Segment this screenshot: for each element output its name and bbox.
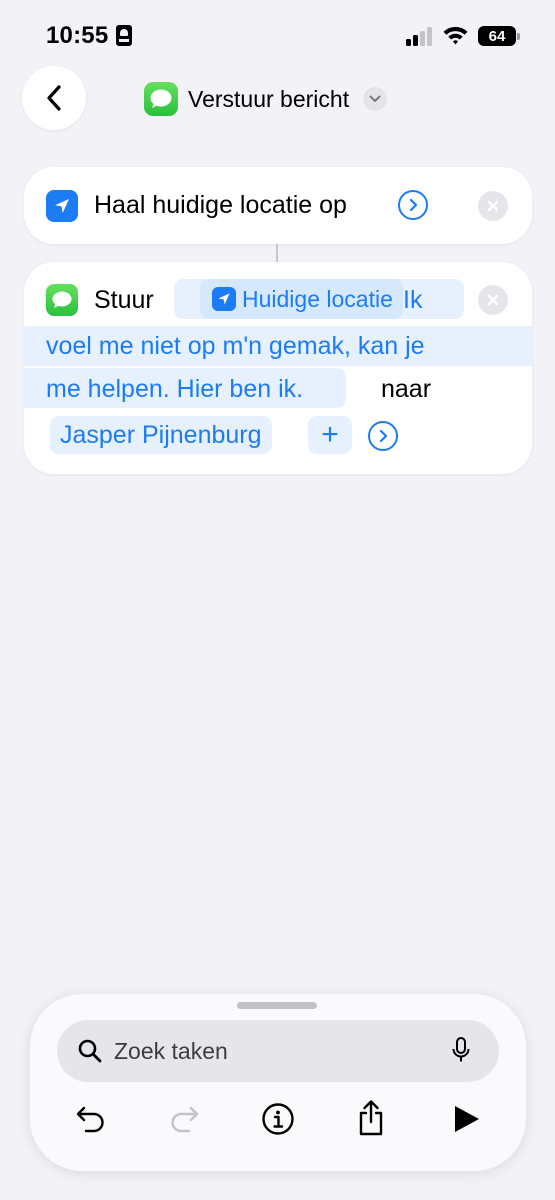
info-button[interactable] bbox=[261, 1102, 295, 1136]
share-button[interactable] bbox=[354, 1098, 388, 1138]
contact-card-icon bbox=[116, 25, 132, 46]
action-get-current-location[interactable]: Haal huidige locatie op bbox=[24, 167, 532, 244]
remove-icon bbox=[487, 200, 499, 212]
search-input[interactable]: Zoek taken bbox=[57, 1020, 499, 1082]
remove-action-button[interactable] bbox=[478, 191, 508, 221]
show-more-button[interactable] bbox=[368, 421, 398, 451]
redo-button[interactable] bbox=[167, 1102, 201, 1136]
action-verb: Stuur bbox=[94, 286, 154, 314]
shortcut-editor-screen: 10:55 64 Verstuur bericht Haal huidige l… bbox=[0, 0, 555, 1200]
location-arrow-icon bbox=[212, 287, 236, 311]
remove-action-button[interactable] bbox=[478, 285, 508, 315]
recipient-token[interactable]: Jasper Pijnenburg bbox=[50, 416, 272, 454]
redo-icon bbox=[171, 1106, 199, 1133]
play-icon bbox=[455, 1106, 479, 1132]
message-text-line-1[interactable]: Ik bbox=[403, 286, 422, 315]
cellular-signal-icon bbox=[406, 26, 434, 46]
run-button[interactable] bbox=[449, 1102, 483, 1136]
status-bar: 10:55 64 bbox=[0, 0, 555, 70]
remove-icon bbox=[487, 294, 499, 306]
battery-indicator: 64 bbox=[478, 26, 520, 46]
share-icon bbox=[359, 1100, 383, 1136]
action-send-message[interactable]: Stuur Huidige locatie Ik voel me niet op… bbox=[24, 262, 532, 474]
back-chevron-icon bbox=[47, 85, 61, 111]
search-icon bbox=[78, 1039, 102, 1063]
chevron-down-icon[interactable] bbox=[363, 87, 388, 111]
shortcut-title: Verstuur bericht bbox=[188, 85, 350, 112]
show-more-button[interactable] bbox=[398, 190, 428, 220]
variable-label: Huidige locatie bbox=[242, 285, 393, 312]
location-arrow-icon bbox=[46, 190, 78, 222]
undo-icon bbox=[76, 1106, 104, 1133]
status-time: 10:55 bbox=[46, 22, 109, 49]
wifi-icon bbox=[443, 26, 468, 45]
back-button[interactable] bbox=[22, 66, 86, 130]
connector-word: naar bbox=[381, 375, 432, 403]
arrow-circle-icon bbox=[379, 429, 388, 443]
messages-icon bbox=[144, 82, 178, 116]
action-connector-line bbox=[276, 244, 278, 262]
panel-grabber[interactable] bbox=[237, 1002, 317, 1009]
message-text-line-3[interactable]: me helpen. Hier ben ik. bbox=[46, 375, 303, 404]
variable-current-location[interactable]: Huidige locatie bbox=[200, 279, 403, 319]
add-recipient-button[interactable]: + bbox=[308, 416, 352, 454]
shortcut-title-menu[interactable]: Verstuur bericht bbox=[144, 82, 388, 116]
microphone-icon[interactable] bbox=[451, 1036, 471, 1066]
undo-button[interactable] bbox=[74, 1102, 108, 1136]
add-symbol: + bbox=[321, 418, 339, 451]
arrow-circle-icon bbox=[409, 198, 418, 212]
message-text-line-2[interactable]: voel me niet op m'n gemak, kan je bbox=[46, 332, 425, 361]
recipient-name: Jasper Pijnenburg bbox=[60, 420, 262, 449]
info-icon bbox=[262, 1103, 294, 1135]
messages-icon bbox=[46, 284, 78, 316]
action-label: Haal huidige locatie op bbox=[94, 191, 347, 219]
search-placeholder: Zoek taken bbox=[114, 1038, 228, 1064]
bottom-action-panel: Zoek taken bbox=[30, 994, 526, 1171]
